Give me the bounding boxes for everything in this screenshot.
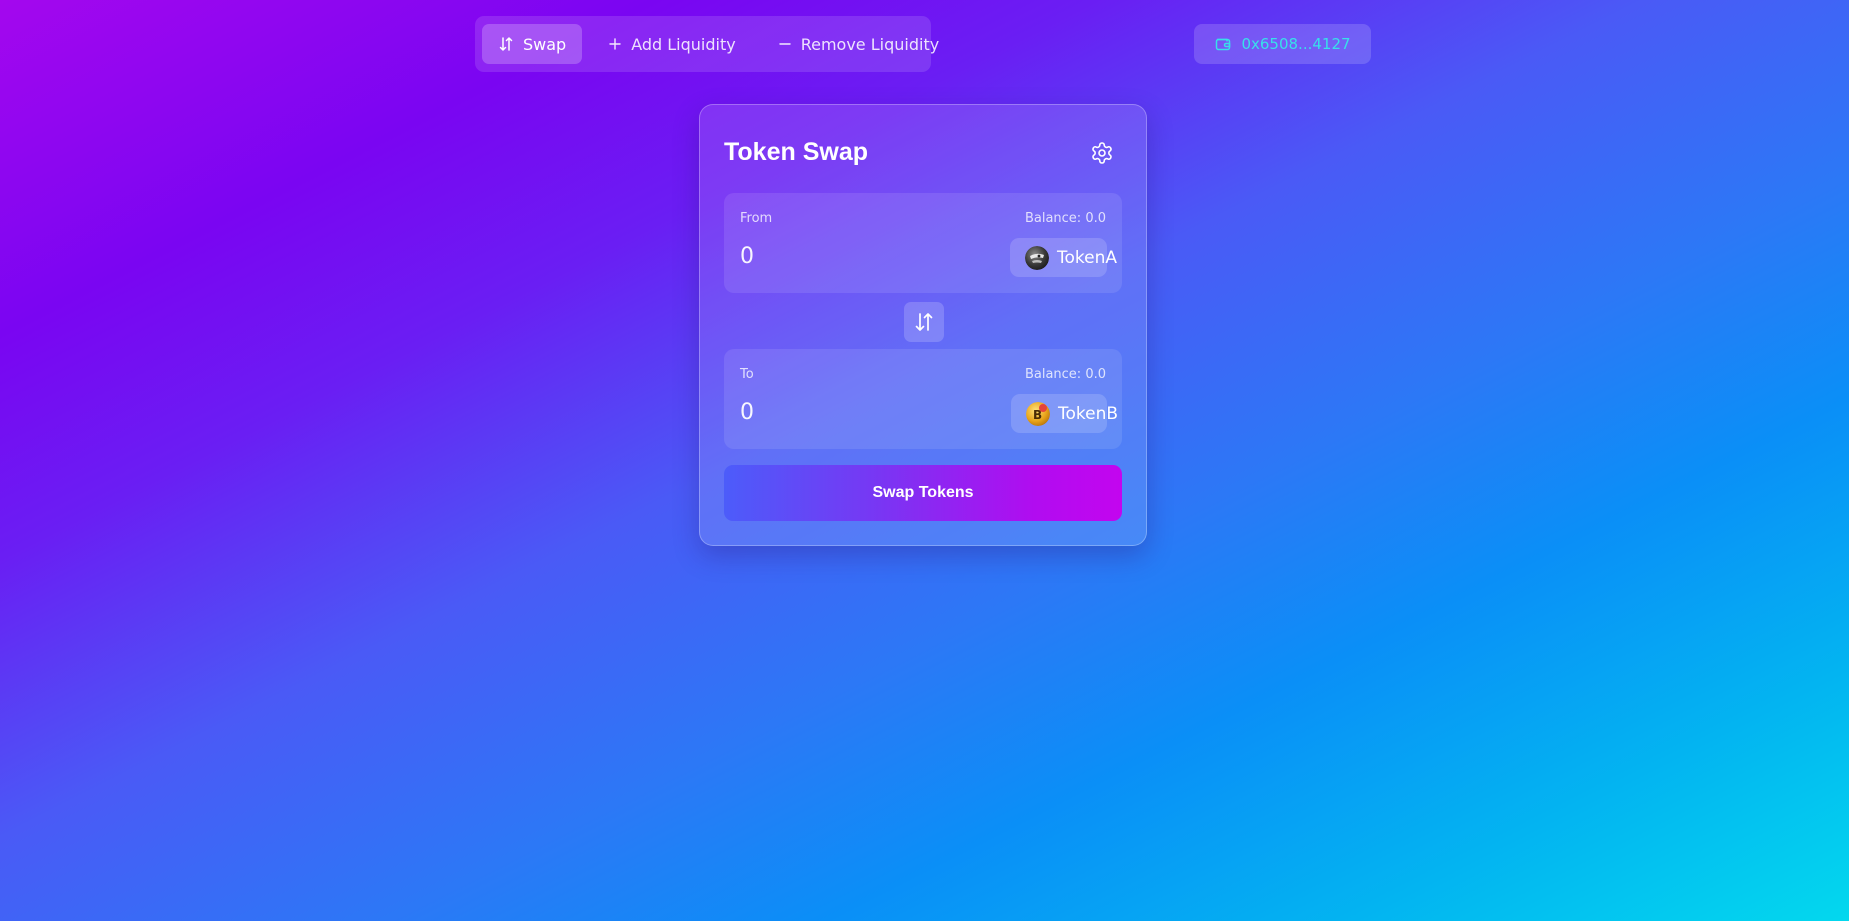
to-token-select[interactable]: B TokenB (1011, 394, 1118, 433)
to-amount-input[interactable] (740, 397, 970, 427)
tab-remove-liquidity-label: Remove Liquidity (800, 34, 940, 54)
from-amount-input[interactable] (740, 241, 970, 271)
swap-card: Token Swap From Balance: 0.0 0 TokenA To… (699, 104, 1147, 546)
tab-swap[interactable]: Swap (482, 24, 583, 64)
settings-button[interactable] (1088, 139, 1116, 167)
wallet-address: 0x6508...4127 (1241, 35, 1351, 53)
from-balance: Balance: 0.0 (1024, 211, 1106, 226)
tab-add-liquidity-label: Add Liquidity (631, 34, 736, 54)
token-b-logo-icon: B (1026, 401, 1050, 426)
nav-tabs: Swap Add Liquidity Remove Liquidity (475, 16, 939, 72)
tab-swap-label: Swap (523, 34, 567, 54)
from-label: From (740, 211, 773, 226)
from-token-name: TokenA (1057, 247, 1117, 268)
card-title: Token Swap (724, 138, 869, 166)
token-a-logo-icon (1025, 245, 1049, 270)
wallet-button[interactable]: 0x6508...4127 (1194, 24, 1371, 64)
card-header: Token Swap (724, 135, 1122, 171)
from-token-select[interactable]: TokenA (1010, 238, 1117, 277)
tab-add-liquidity[interactable]: Add Liquidity (592, 24, 752, 64)
minus-icon (779, 43, 791, 45)
plus-icon (609, 38, 621, 50)
flip-tokens-button[interactable] (904, 302, 944, 342)
tab-remove-liquidity[interactable]: Remove Liquidity (762, 24, 955, 64)
wallet-icon (1216, 38, 1231, 51)
gear-icon (1092, 142, 1112, 164)
swap-arrows-icon (499, 37, 513, 51)
from-panel: From Balance: 0.0 TokenA (724, 193, 1122, 293)
to-token-name: TokenB (1058, 403, 1119, 424)
to-panel: To Balance: 0.0 B TokenB (724, 349, 1122, 449)
to-label: To (740, 367, 754, 382)
to-balance: Balance: 0.0 (1024, 367, 1106, 382)
swap-vertical-icon (915, 313, 933, 331)
svg-text:B: B (1033, 408, 1042, 422)
swap-tokens-button[interactable]: Swap Tokens (724, 465, 1122, 521)
